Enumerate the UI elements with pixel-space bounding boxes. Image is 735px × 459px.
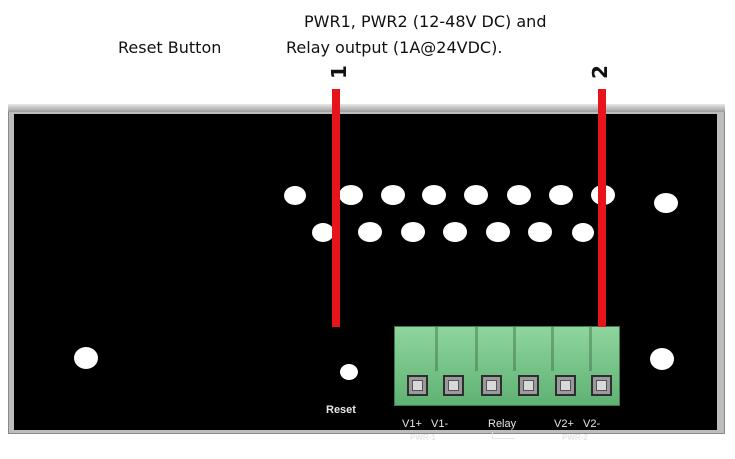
terminal-label-v2-plus: V2+ (554, 418, 574, 430)
reset-label: Reset (326, 404, 356, 416)
callout-line-power (598, 89, 606, 327)
vent-hole (464, 185, 488, 205)
screw-head (523, 380, 534, 391)
power-callout-line2: Relay output (1A@24VDC). (286, 38, 503, 57)
screw-head (486, 380, 497, 391)
vent-hole (549, 185, 573, 205)
terminal-label-v1-plus: V1+ (402, 418, 422, 430)
terminal-ridge (551, 327, 554, 371)
terminal-label-relay: Relay (488, 418, 517, 430)
terminal-ridge (475, 327, 478, 371)
reset-button-callout: Reset Button (118, 38, 222, 57)
terminal-screw-relay-2[interactable] (518, 375, 539, 396)
terminal-label-v1-minus: V1- (431, 418, 449, 430)
vent-hole (486, 222, 510, 242)
reset-button[interactable] (340, 364, 358, 380)
mounting-hole-top-right (654, 193, 678, 213)
screw-head (596, 380, 607, 391)
terminal-screw-v1-plus[interactable] (407, 375, 428, 396)
device-panel-top-edge (8, 104, 725, 112)
power-callout-line1: PWR1, PWR2 (12-48V DC) and (304, 12, 547, 31)
screw-head (412, 380, 423, 391)
mounting-hole-left (74, 347, 98, 369)
vent-hole (358, 222, 382, 242)
vent-hole (528, 222, 552, 242)
power-terminal-block (394, 326, 620, 406)
relay-bracket (492, 432, 515, 439)
vent-hole (381, 185, 405, 205)
screw-head (448, 380, 459, 391)
vent-hole (572, 223, 594, 242)
mounting-hole-right (650, 348, 674, 370)
marker-number-1: 1 (326, 65, 351, 79)
marker-number-2: 2 (587, 65, 612, 79)
vent-hole (443, 222, 467, 242)
terminal-ridge (513, 327, 516, 371)
terminal-screw-v2-minus[interactable] (591, 375, 612, 396)
terminal-ridge (435, 327, 438, 371)
vent-hole (507, 185, 531, 205)
vent-hole (312, 223, 334, 242)
terminal-screw-v2-plus[interactable] (555, 375, 576, 396)
terminal-screw-v1-minus[interactable] (443, 375, 464, 396)
screw-head (560, 380, 571, 391)
terminal-label-v2-minus: V2- (583, 418, 601, 430)
group-label-pwr1: PWR-1 (410, 433, 436, 442)
terminal-screw-relay-1[interactable] (481, 375, 502, 396)
vent-hole (284, 186, 306, 205)
terminal-ridge (589, 327, 592, 371)
vent-hole (422, 185, 446, 205)
callout-line-reset (332, 89, 340, 327)
group-label-pwr2: PWR-2 (562, 433, 588, 442)
vent-hole (339, 185, 363, 205)
vent-hole (401, 222, 425, 242)
